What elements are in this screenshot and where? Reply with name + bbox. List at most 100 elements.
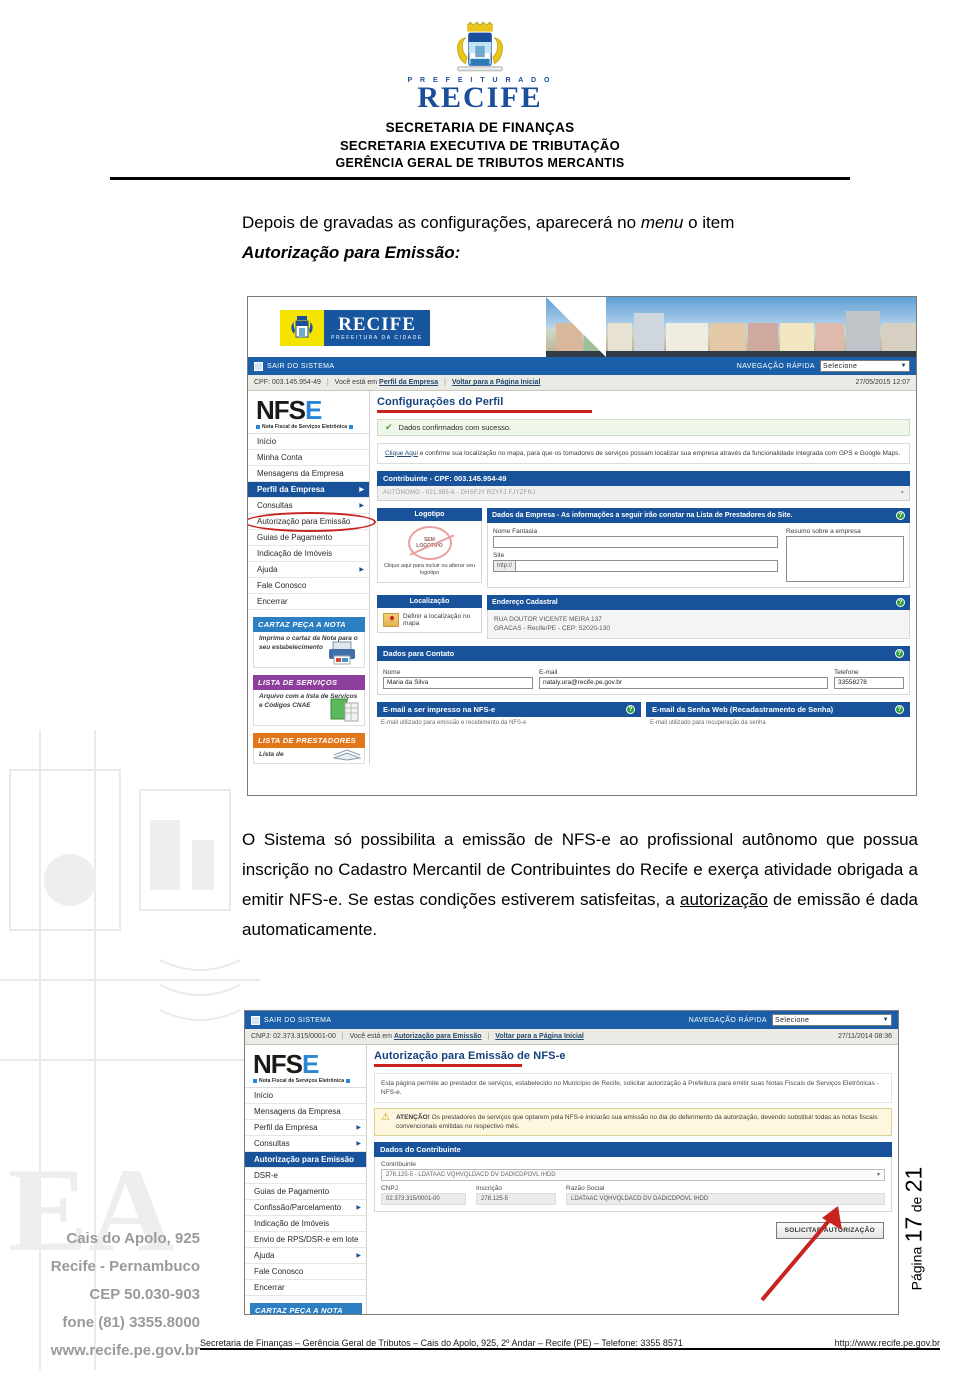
content-perfil: Configurações do Perfil ✔ Dados confirma… [370, 391, 916, 764]
sidebar-item-guias-de-pagamento[interactable]: Guias de Pagamento [248, 530, 369, 546]
contribuinte-header-label: Contribuinte - CPF: 003.145.954-49 [383, 473, 507, 483]
sidebar-item-minha-conta[interactable]: Minha Conta [248, 450, 369, 466]
help-icon[interactable]: ? [895, 648, 904, 658]
sidebar-item-label: Ajuda [254, 1251, 275, 1260]
help-icon[interactable]: ? [895, 704, 904, 714]
contato-telefone-input[interactable]: 33558278 [834, 676, 904, 689]
logotipo-header: Logotipo [377, 507, 482, 521]
contato-panel: Dados para Contato ? Nome Maria da Silva… [377, 645, 910, 695]
heading-secretaria-executiva: SECRETARIA EXECUTIVA DE TRIBUTAÇÃO [339, 138, 621, 154]
sidebar-item-label: Fale Conosco [254, 1267, 304, 1276]
sidebar-item-label: Início [257, 437, 277, 446]
promo-lista-de-servicos[interactable]: LISTA DE SERVIÇOS Arquivo com a lista de… [253, 675, 365, 726]
crumb-separator: | [444, 379, 446, 386]
logotipo-caption[interactable]: Clique aqui para incluir ou alterar seu … [383, 563, 476, 577]
endereco-header-label: Endereço Cadastral [492, 598, 558, 606]
help-icon[interactable]: ? [626, 704, 635, 714]
email-nfse-panel: E-mail a ser impresso na NFS-e ? E-mail … [377, 701, 641, 726]
endereco-line-2: GRACAS - Recife/PE - CEP: 52020-130 [494, 624, 610, 632]
sidebar-item-fale-conosco[interactable]: Fale Conosco [245, 1264, 366, 1280]
sidebar-item-mensagens-da-empresa[interactable]: Mensagens da Empresa [248, 466, 369, 482]
document-header: P R E F E I T U R A D O RECIFE SECRETARI… [0, 0, 960, 181]
contribuinte-select[interactable]: 278.125-5 - LDATAAC VQHVQLDACD DV DADICD… [381, 1168, 885, 1181]
help-icon[interactable]: ? [896, 510, 905, 520]
sidebar-item-envio-de-rps-dsr-e-em-lote[interactable]: Envio de RPS/DSR-e em lote [245, 1232, 366, 1248]
sidebar-item-dsr-e[interactable]: DSR-e [245, 1168, 366, 1184]
warning-icon: ⚠ [381, 1111, 390, 1123]
sidebar-item-guias-de-pagamento[interactable]: Guias de Pagamento [245, 1184, 366, 1200]
breadcrumb-current-link[interactable]: Perfil da Empresa [379, 379, 438, 386]
sidebar-item-autorizacao-para-emissao[interactable]: Autorização para Emissão [248, 512, 376, 532]
sidebar-item-autorizacao-para-emissao[interactable]: Autorização para Emissão [245, 1152, 366, 1168]
promo-title: CARTAZ PEÇA A NOTA [253, 617, 365, 632]
logout-label[interactable]: SAIR DO SISTEMA [264, 1017, 331, 1024]
sidebar-item-inicio[interactable]: Início [248, 434, 369, 450]
quick-nav-select[interactable]: Selecione ▼ [772, 1014, 892, 1026]
banner-tagline: PREFEITURA DA CIDADE [331, 335, 423, 341]
contato-telefone-label: Telefone [834, 668, 859, 676]
clique-aqui-link[interactable]: Clique Aqui [385, 450, 418, 457]
quick-nav-label: NAVEGAÇÃO RÁPIDA [736, 362, 815, 370]
promo-body-text: Lista de [259, 751, 284, 758]
sidebar-item-label: Mensagens da Empresa [254, 1107, 341, 1116]
quick-nav-select[interactable]: Selecione ▼ [820, 360, 910, 372]
nfse-square-icon [256, 425, 260, 429]
promo-cartaz-peca-a-nota[interactable]: CARTAZ PEÇA A NOTA Imprima o cartaz da N… [253, 617, 365, 668]
cnpj-value: 02.373.315/0001-00 [381, 1192, 466, 1205]
sidebar-item-consultas[interactable]: Consultas ▶ [248, 498, 369, 514]
sidebar-item-fale-conosco[interactable]: Fale Conosco [248, 578, 369, 594]
contato-email-input[interactable]: nataly.ura@recife.pe.gov.br [539, 676, 828, 689]
site-input[interactable] [515, 559, 778, 572]
definir-localizacao-link[interactable]: Definir a localização no mapa [403, 613, 476, 627]
promo-cartaz-peca-a-nota[interactable]: CARTAZ PEÇA A NOTA Imprima o cartaz da N… [250, 1303, 362, 1314]
sidebar-item-inicio[interactable]: Início [245, 1088, 366, 1104]
sidebar-item-encerrar[interactable]: Encerrar [245, 1280, 366, 1296]
header-divider [110, 177, 850, 181]
promo-lista-de-prestadores[interactable]: LISTA DE PRESTADORES Lista de [253, 733, 365, 764]
sidebar-item-consultas[interactable]: Consultas ▶ [245, 1136, 366, 1152]
session-timestamp: 27/05/2015 12:07 [855, 379, 911, 386]
paragraph-sistema: O Sistema só possibilita a emissão de NF… [242, 825, 918, 945]
nome-fantasia-input[interactable] [493, 535, 778, 548]
sidebar-item-perfil-da-empresa[interactable]: Perfil da Empresa ▶ [248, 482, 369, 498]
promo-body: Imprima o cartaz da Nota para o seu esta… [253, 632, 365, 668]
resumo-textarea[interactable] [786, 535, 904, 582]
recife-wordmark: RECIFE [417, 81, 543, 115]
sidebar-item-indicacao-de-imoveis[interactable]: Indicação de Imóveis [248, 546, 369, 562]
contato-nome-input[interactable]: Maria da Silva [383, 676, 533, 689]
sidebar-item-perfil-da-empresa[interactable]: Perfil da Empresa ▶ [245, 1120, 366, 1136]
sidebar-item-mensagens-da-empresa[interactable]: Mensagens da Empresa [245, 1104, 366, 1120]
red-annotation-arrow [760, 1206, 842, 1302]
page-number-total: 21 [900, 1166, 927, 1193]
paragraph1-bold-italic: Autorização para Emissão: [242, 243, 461, 262]
sidebar-item-ajuda[interactable]: Ajuda ▶ [245, 1248, 366, 1264]
sidebar-item-encerrar[interactable]: Encerrar [248, 594, 369, 610]
sidebar-item-ajuda[interactable]: Ajuda ▶ [248, 562, 369, 578]
chevron-right-icon: ▶ [359, 487, 364, 493]
sidebar-item-indicacao-de-imoveis[interactable]: Indicação de Imóveis [245, 1216, 366, 1232]
footer-divider [200, 1348, 940, 1350]
breadcrumb-bar: CPF: 003.145.954-49 | Você está em Perfi… [248, 375, 916, 391]
page-number: Página 17 de 21 [901, 1139, 928, 1319]
sidebar-item-label: Indicação de Imóveis [257, 549, 333, 558]
paragraph-intro: Depois de gravadas as configurações, apa… [242, 208, 918, 268]
email-nfse-header-label: E-mail a ser impresso na NFS-e [383, 704, 496, 714]
nfse-logo-word-e: E [305, 395, 322, 425]
sidebar-item-confissao-parcelamento[interactable]: Confissão/Parcelamento ▶ [245, 1200, 366, 1216]
dados-empresa-body: Nome Fantasia Site http:// Resumo sobre … [487, 522, 910, 588]
banner-city-name: RECIFE [338, 314, 416, 335]
page-description: Esta página permite ao prestador de serv… [374, 1072, 892, 1103]
nfse-logo: NFSE Nota Fiscal de Serviços Eletrônica [248, 391, 369, 433]
logout-label[interactable]: SAIR DO SISTEMA [267, 363, 334, 370]
promo-title: CARTAZ PEÇA A NOTA [250, 1303, 362, 1314]
localizacao-header-label: Localização [409, 597, 450, 605]
page-title: Configurações do Perfil [377, 396, 504, 408]
breadcrumb-home-link[interactable]: Voltar para a Página Inicial [452, 379, 541, 386]
help-icon[interactable]: ? [896, 597, 905, 607]
crumb-separator: | [487, 1033, 490, 1040]
site-label: Site [493, 551, 505, 559]
breadcrumb-home-link[interactable]: Voltar para a Página Inicial [495, 1033, 584, 1040]
contribuinte-select[interactable]: AUTÔNOMO - 021.985-6 - DHSFJY RZYFJ FJYZ… [377, 485, 910, 501]
dados-empresa-panel: Dados da Empresa - As informações a segu… [487, 507, 910, 588]
breadcrumb-current-link[interactable]: Autorização para Emissão [394, 1033, 482, 1040]
